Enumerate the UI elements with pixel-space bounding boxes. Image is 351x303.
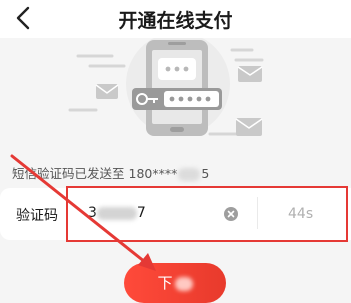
redacted-digits [178, 168, 201, 181]
sms-notice-suffix: 5 [201, 166, 210, 181]
sms-sent-notice: 短信验证码已发送至 180**** 5 [12, 163, 209, 182]
sms-notice-phone: 180**** [128, 166, 178, 181]
page-title: 开通在线支付 [118, 10, 233, 32]
submit-button-label: 下 [157, 274, 173, 292]
redacted-label [174, 276, 193, 291]
highlight-box [66, 186, 348, 242]
header-bar: 开通在线支付 [0, 0, 351, 38]
sms-notice-prefix: 短信验证码已发送至 [12, 166, 125, 181]
submit-button[interactable]: 下 [124, 263, 226, 303]
phone-password-illustration [68, 38, 264, 136]
verification-code-label: 验证码 [16, 208, 58, 224]
